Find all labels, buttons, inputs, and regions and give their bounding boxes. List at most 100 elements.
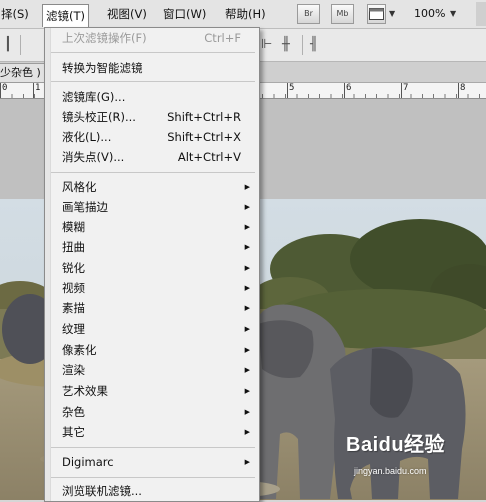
submenu-arrow-icon: ▶ <box>244 387 250 395</box>
menu-item-sketch[interactable]: 素描 ▶ <box>45 298 259 318</box>
menu-item-render[interactable]: 渲染 ▶ <box>45 360 259 380</box>
menu-item-filter-gallery[interactable]: 滤镜库(G)... <box>45 87 259 107</box>
menu-item-texture[interactable]: 纹理 ▶ <box>45 319 259 339</box>
submenu-arrow-icon: ▶ <box>244 183 250 191</box>
submenu-arrow-icon: ▶ <box>244 243 250 251</box>
submenu-arrow-icon: ▶ <box>244 346 250 354</box>
menubar-end <box>476 2 486 26</box>
menu-item-label: 纹理 <box>62 322 85 336</box>
submenu-arrow-icon: ▶ <box>244 408 250 416</box>
screen-mode-icon[interactable] <box>367 4 386 24</box>
menu-item-label: 上次滤镜操作(F) <box>62 31 147 45</box>
ruler-tick <box>401 83 402 98</box>
ruler-tick <box>458 83 459 98</box>
zoom-chevron-down-icon[interactable]: ▼ <box>450 6 456 22</box>
menu-item-label: 扭曲 <box>62 240 85 254</box>
menu-item-label: Digimarc <box>62 455 114 469</box>
menu-item-label: 视频 <box>62 281 85 295</box>
zoom-level[interactable]: 100% <box>414 6 445 22</box>
menu-item-liquify[interactable]: 液化(L)... Shift+Ctrl+X <box>45 127 259 147</box>
menu-item-label: 素描 <box>62 301 85 315</box>
baidu-watermark: Baidu经验 jingyan.baidu.com <box>346 428 480 484</box>
tool-option-icon[interactable]: ┃ <box>4 38 12 52</box>
options-separator <box>20 35 21 55</box>
submenu-arrow-icon: ▶ <box>244 304 250 312</box>
submenu-arrow-icon: ▶ <box>244 284 250 292</box>
menu-item-pixelate[interactable]: 像素化 ▶ <box>45 340 259 360</box>
align-left-icon[interactable]: ⊩ <box>261 38 272 52</box>
menu-item-vanishing-point[interactable]: 消失点(V)... Alt+Ctrl+V <box>45 147 259 167</box>
menu-select[interactable]: 择(S) <box>0 6 32 22</box>
submenu-arrow-icon: ▶ <box>244 458 250 466</box>
minibridge-button[interactable]: Mb <box>331 4 354 24</box>
submenu-arrow-icon: ▶ <box>244 428 250 436</box>
menu-item-other[interactable]: 其它 ▶ <box>45 422 259 442</box>
menu-bar: 择(S) 滤镜(T) 视图(V) 窗口(W) 帮助(H) Br Mb ▼ 100… <box>0 0 486 29</box>
ruler-tick <box>287 83 288 98</box>
bridge-button[interactable]: Br <box>297 4 320 24</box>
ruler-tick <box>344 83 345 98</box>
menu-item-label: 风格化 <box>62 180 97 194</box>
menu-item-browse-online-filters[interactable]: 浏览联机滤镜... <box>45 481 259 501</box>
menu-item-brush-strokes[interactable]: 画笔描边 ▶ <box>45 197 259 217</box>
menu-item-artistic[interactable]: 艺术效果 ▶ <box>45 381 259 401</box>
menu-item-label: 镜头校正(R)... <box>62 110 136 124</box>
auto-align-icon[interactable]: ╢ <box>310 38 318 52</box>
menu-item-shortcut: Shift+Ctrl+X <box>167 130 241 144</box>
menu-item-convert-smart-filter[interactable]: 转换为智能滤镜 <box>45 58 259 78</box>
filter-menu: 上次滤镜操作(F) Ctrl+F 转换为智能滤镜 滤镜库(G)... 镜头校正(… <box>44 27 260 502</box>
menu-item-shortcut: Ctrl+F <box>204 31 241 45</box>
options-separator <box>302 35 303 55</box>
menu-item-blur[interactable]: 模糊 ▶ <box>45 217 259 237</box>
ruler-label: 1 <box>35 83 41 93</box>
submenu-arrow-icon: ▶ <box>244 203 250 211</box>
watermark-text: Baidu经验 <box>346 434 446 456</box>
menu-item-label: 其它 <box>62 425 85 439</box>
chevron-down-icon[interactable]: ▼ <box>389 6 395 22</box>
watermark-url: jingyan.baidu.com <box>354 466 427 476</box>
menu-item-label: 液化(L)... <box>62 130 112 144</box>
ruler-label: 8 <box>460 83 466 93</box>
ruler-label: 5 <box>289 83 295 93</box>
ruler-tick <box>33 83 34 98</box>
menu-item-digimarc[interactable]: Digimarc ▶ <box>45 452 259 472</box>
menu-separator <box>51 447 255 448</box>
menu-item-label: 杂色 <box>62 405 85 419</box>
menu-item-last-filter[interactable]: 上次滤镜操作(F) Ctrl+F <box>45 28 259 48</box>
menu-item-distort[interactable]: 扭曲 ▶ <box>45 237 259 257</box>
ruler-label: 0 <box>2 83 8 93</box>
submenu-arrow-icon: ▶ <box>244 325 250 333</box>
menu-item-label: 模糊 <box>62 220 85 234</box>
menu-window[interactable]: 窗口(W) <box>160 6 209 22</box>
menu-item-lens-correction[interactable]: 镜头校正(R)... Shift+Ctrl+R <box>45 107 259 127</box>
distribute-icon[interactable]: ╫ <box>282 38 290 52</box>
menu-item-stylize[interactable]: 风格化 ▶ <box>45 177 259 197</box>
menu-item-label: 渲染 <box>62 363 85 377</box>
menu-help[interactable]: 帮助(H) <box>222 6 269 22</box>
menu-item-label: 艺术效果 <box>62 384 108 398</box>
menu-item-shortcut: Shift+Ctrl+R <box>167 110 241 124</box>
screen-mode-glyph <box>369 8 384 20</box>
submenu-arrow-icon: ▶ <box>244 264 250 272</box>
submenu-arrow-icon: ▶ <box>244 223 250 231</box>
menu-separator <box>51 81 255 82</box>
menu-item-noise[interactable]: 杂色 ▶ <box>45 402 259 422</box>
menu-separator <box>51 172 255 173</box>
menu-view[interactable]: 视图(V) <box>104 6 150 22</box>
menu-item-label: 浏览联机滤镜... <box>62 484 142 498</box>
menu-filter[interactable]: 滤镜(T) <box>42 4 89 27</box>
menu-item-sharpen[interactable]: 锐化 ▶ <box>45 258 259 278</box>
menu-item-label: 像素化 <box>62 343 97 357</box>
menu-item-label: 画笔描边 <box>62 200 108 214</box>
menu-item-video[interactable]: 视频 ▶ <box>45 278 259 298</box>
submenu-arrow-icon: ▶ <box>244 366 250 374</box>
ruler-label: 6 <box>346 83 352 93</box>
menu-item-label: 锐化 <box>62 261 85 275</box>
ruler-tick <box>0 83 1 98</box>
menu-separator <box>51 52 255 53</box>
ruler-label: 7 <box>403 83 409 93</box>
menu-item-shortcut: Alt+Ctrl+V <box>177 150 241 164</box>
menu-item-label: 消失点(V)... <box>62 150 125 164</box>
document-tab[interactable]: 少杂色 ) <box>0 63 48 83</box>
menu-item-label: 转换为智能滤镜 <box>62 61 143 75</box>
